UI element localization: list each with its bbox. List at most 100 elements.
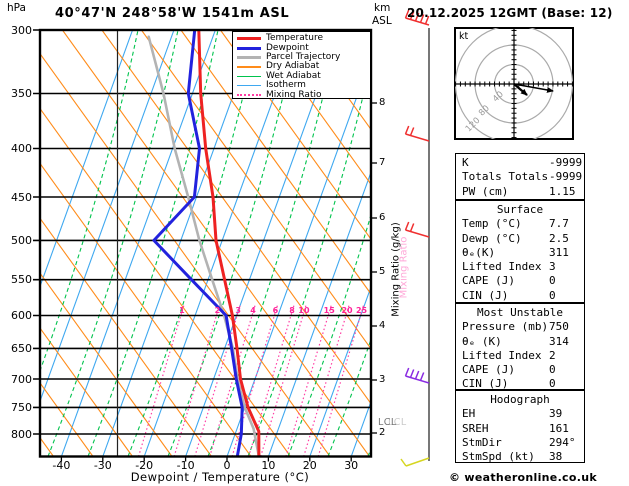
stat-label: CAPE (J) (462, 274, 515, 287)
stat-value: 161 (549, 422, 569, 435)
wind-barb-shaft (406, 458, 429, 466)
stat-value: 3 (549, 260, 556, 273)
stats-row: K-9999 (456, 156, 584, 170)
mixing-ratio-axis-label: Mixing Ratio (g/kg) (391, 190, 402, 350)
pressure-unit-label: hPa (7, 2, 26, 14)
footer-credit: © weatheronline.co.uk (449, 471, 597, 484)
stats-row: Lifted Index 3 (456, 260, 584, 274)
wind-barb-tick (411, 224, 414, 232)
stat-value: 311 (549, 246, 569, 259)
pressure-tick-label: 750 (2, 401, 32, 414)
stat-label: Totals Totals (462, 170, 548, 183)
km-tick-label: 2 (379, 427, 385, 438)
wind-barb (406, 368, 430, 383)
stat-value: -9999 (549, 156, 582, 169)
pressure-tick-label: 400 (2, 142, 32, 155)
stat-value: 38 (549, 450, 562, 463)
pressure-tick-label: 700 (2, 373, 32, 386)
legend-item-label: Temperature (266, 34, 323, 43)
stat-value: 2 (549, 349, 556, 362)
mixing-ratio-value-label: 6 (266, 306, 284, 315)
pressure-tick-label: 800 (2, 428, 32, 441)
km-tick-label: 8 (379, 97, 385, 108)
stat-label: CIN (J) (462, 289, 508, 302)
wet-adiabat-line (608, 30, 629, 457)
stats-section: HodographEH39SREH161StmDir294°StmSpd (kt… (455, 390, 585, 463)
stat-label: Dewp (°C) (462, 232, 522, 245)
stat-value: 2.5 (549, 232, 569, 245)
stat-label: Pressure (mb) (462, 320, 548, 333)
stats-section-header: Most Unstable (456, 306, 584, 320)
wind-barb-tick (406, 126, 409, 134)
pressure-tick-label: 350 (2, 87, 32, 100)
stats-section: SurfaceTemp (°C)7.7Dewp (°C)2.5θₑ(K)311L… (455, 200, 585, 303)
skewt-sounding-page: hPa 40°47'N 248°58'W 1541m ASL km ASL 20… (0, 0, 629, 486)
lcl-marker-label: LCL (378, 417, 397, 428)
pressure-tick-label: 650 (2, 342, 32, 355)
stats-section-header: Surface (456, 203, 584, 217)
stat-label: Lifted Index (462, 260, 541, 273)
km-tick-label: 6 (379, 212, 385, 223)
stats-row: StmDir 294° (456, 436, 584, 450)
legend-item: Mixing Ratio (237, 90, 370, 99)
stat-label: θₑ(K) (462, 246, 495, 259)
mixing-ratio-value-label: 25 (353, 306, 371, 315)
legend-item: Isotherm (237, 81, 370, 90)
legend-item-label: Isotherm (266, 81, 306, 90)
legend-line-sample (237, 94, 261, 96)
pressure-tick-label: 500 (2, 234, 32, 247)
km-tick-label: 5 (379, 266, 385, 277)
stat-label: StmSpd (kt) (462, 450, 535, 463)
stat-label: CAPE (J) (462, 363, 515, 376)
stat-label: Temp (°C) (462, 217, 522, 230)
wind-barb-tick (406, 368, 409, 376)
stat-value: 750 (549, 320, 569, 333)
stats-row: θₑ(K) 311 (456, 246, 584, 260)
stats-row: CAPE (J) 0 (456, 274, 584, 288)
stats-section-header: Hodograph (456, 393, 584, 407)
legend-item-label: Dry Adiabat (266, 62, 319, 71)
stat-value: -9999 (549, 170, 582, 183)
stat-value: 0 (549, 377, 556, 390)
datetime-label: 20.12.2025 12GMT (Base: 12) (407, 6, 613, 20)
stats-row: PW (cm)1.15 (456, 185, 584, 199)
legend-line-sample (237, 47, 261, 50)
stats-section: Most UnstablePressure (mb)750 θₑ (K) 314 Li… (455, 303, 585, 390)
pressure-tick-label: 450 (2, 191, 32, 204)
wind-barb-tick (411, 370, 414, 378)
legend-line-sample (237, 85, 261, 87)
km-unit-label: km (374, 2, 390, 14)
mixing-ratio-value-label: 4 (244, 306, 262, 315)
mixing-ratio-value-label: 10 (295, 306, 313, 315)
stats-row: CIN (J)0 (456, 289, 584, 303)
hodograph-unit-label: kt (459, 31, 468, 42)
mixing-ratio-value-label: 2 (208, 306, 226, 315)
stats-row: StmSpd (kt) 38 (456, 450, 584, 464)
stat-value: 7.7 (549, 217, 569, 230)
wind-barb (406, 126, 430, 141)
km-tick-label: 3 (379, 374, 385, 385)
km-tick-label: 4 (379, 320, 385, 331)
wind-barb-tick (401, 459, 406, 466)
stat-label: θₑ (K) (462, 335, 502, 348)
km-tick-label: 7 (379, 157, 385, 168)
wind-barb-tick (411, 128, 414, 136)
stat-label: CIN (J) (462, 377, 508, 390)
asl-unit-label: ASL (372, 15, 392, 27)
stats-row: Totals Totals-9999 (456, 170, 584, 184)
stats-row: SREH 161 (456, 422, 584, 436)
x-axis-title: Dewpoint / Temperature (°C) (70, 470, 370, 484)
legend-line-sample (237, 76, 261, 78)
pressure-tick-label: 550 (2, 273, 32, 286)
stat-value: 294° (549, 436, 576, 449)
stat-label: Lifted Index (462, 349, 541, 362)
stat-label: SREH (462, 422, 489, 435)
mixing-ratio-value-label: 15 (320, 306, 338, 315)
wind-barb-shaft (406, 134, 430, 141)
legend-item: Temperature (237, 34, 370, 43)
stat-label: StmDir (462, 436, 502, 449)
stat-value: 0 (549, 274, 556, 287)
stat-value: 314 (549, 335, 569, 348)
stats-row: Dewp (°C) 2.5 (456, 232, 584, 246)
stats-row: Temp (°C) 7.7 (456, 217, 584, 231)
